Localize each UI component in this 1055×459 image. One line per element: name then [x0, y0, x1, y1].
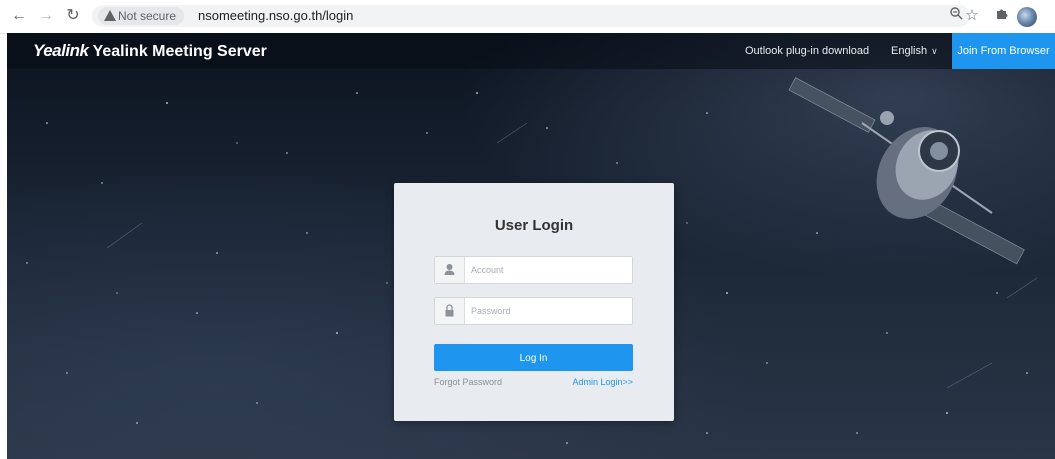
logo-brand: Yealink — [33, 41, 89, 60]
back-arrow-icon[interactable]: ← — [9, 6, 29, 26]
logo-product-name: Yealink Meeting Server — [92, 43, 267, 60]
password-field[interactable] — [434, 297, 633, 325]
bookmark-star-icon[interactable]: ☆ — [962, 6, 982, 26]
extensions-puzzle-icon[interactable] — [992, 6, 1012, 26]
login-title: User Login — [494, 217, 574, 234]
satellite-illustration — [788, 77, 1025, 265]
account-input[interactable] — [465, 257, 630, 283]
top-navigation-bar: Yealink Yealink Meeting Server Outlook p… — [7, 33, 1055, 69]
user-icon — [435, 257, 465, 283]
security-label: Not secure — [118, 9, 177, 23]
address-bar[interactable]: Not secure nsomeeting.nso.go.th/login — [92, 5, 970, 27]
forward-arrow-icon[interactable]: → — [36, 6, 56, 26]
outlook-plugin-download-link[interactable]: Outlook plug-in download — [745, 33, 869, 69]
profile-avatar[interactable] — [1017, 7, 1037, 27]
join-from-browser-button[interactable]: Join From Browser — [952, 33, 1055, 69]
reload-icon[interactable]: ↻ — [63, 6, 83, 26]
login-panel: User Login Log In Forgot Password Admin … — [394, 183, 674, 421]
browser-toolbar: ← → ↻ Not secure nsomeeting.nso.go.th/lo… — [0, 0, 1055, 34]
language-selector[interactable]: English ∨ — [891, 33, 938, 69]
chevron-down-icon: ∨ — [931, 46, 938, 56]
security-indicator[interactable]: Not secure — [98, 7, 185, 25]
admin-login-link[interactable]: Admin Login>> — [572, 377, 633, 387]
log-in-button[interactable]: Log In — [434, 344, 633, 371]
yealink-logo[interactable]: Yealink Yealink Meeting Server — [33, 33, 267, 70]
password-input[interactable] — [465, 298, 630, 324]
url-text[interactable]: nsomeeting.nso.go.th/login — [198, 5, 353, 27]
forgot-password-link[interactable]: Forgot Password — [434, 377, 502, 387]
language-label: English — [891, 45, 928, 57]
account-field[interactable] — [434, 256, 633, 284]
login-page: Yealink Yealink Meeting Server Outlook p… — [7, 33, 1055, 459]
lock-icon — [435, 298, 465, 324]
warning-icon — [104, 10, 116, 21]
